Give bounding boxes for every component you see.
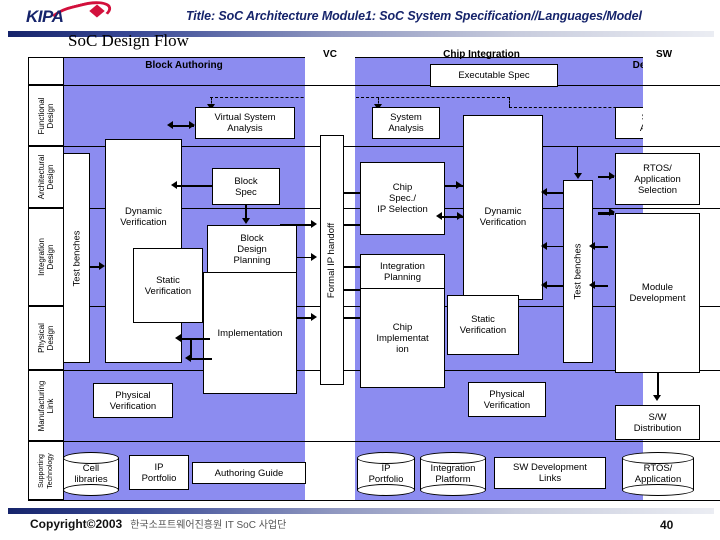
cylinder-ip-portfolio-right: IP Portfolio [357,452,415,496]
arrow-handoff-in-1 [311,220,317,228]
row-divider-6 [28,441,720,442]
cylinder-rtos-application: RTOS/Application [622,452,694,496]
arrow-module-in [609,208,615,216]
row-label-integration-design: Integration Design [28,208,64,306]
column-header-chip-integration: Chip Integration [443,49,520,60]
row-label-manufacturing-link: Manufacturing Link [28,370,64,441]
arrow-vsa-left [167,121,173,129]
line-module-to-swdist [657,373,659,397]
line-execspec-to-tb-v [577,146,578,174]
cylinder-integration-platform: Integration Platform [420,452,486,496]
line-ba-to-handoff-1 [280,224,314,226]
cylinder-cell-libraries: Cell libraries [63,452,119,496]
box-system-analysis-chip: System Analysis [372,107,440,139]
arrow-sa-chipspec-l [436,212,442,220]
box-test-benches-right: Test benches [563,180,593,363]
line-impl-to-dyn-h [180,338,210,340]
arrow-tb-dyn-1 [541,188,547,196]
arrow-impl-to-dyn [175,334,181,342]
line-tb-to-dyn-3 [545,285,563,287]
arrow-sw-tb-2 [589,281,595,289]
arrow-chipspec-to-dyn [456,181,462,189]
sw-row-divider-3 [643,208,720,209]
arrow-sa-chipspec-r [457,212,463,220]
row-label-physical-design: Physical Design [28,306,64,370]
box-chip-implementation: Chip Implementat ion [360,288,445,388]
box-formal-ip-handoff: Formal IP handoff [320,135,344,385]
arrow-impl-feedback [185,354,191,362]
arrow-blockspec-down [242,218,250,224]
sw-row-divider-1 [643,85,720,86]
vc-row-divider-1 [305,85,355,86]
box-ip-portfolio-left: IP Portfolio [129,455,189,490]
line-impl-feedback-h [190,358,212,360]
organization-label: 한국소프트웨어진흥원 IT SoC 사업단 [130,520,287,531]
box-virtual-system-analysis: Virtual System Analysis [195,107,295,139]
box-static-verification-left: Static Verification [133,248,203,323]
box-sw-development-links: SW Development Links [494,457,606,489]
box-static-verification-chip: Static Verification [447,295,519,355]
arrow-tb-dyn-2 [541,242,547,250]
line-sw-to-tb-1 [593,246,608,248]
arrow-tb-dyn-3 [541,281,547,289]
page-number: 40 [660,518,674,532]
box-physical-verification-left: Physical Verification [93,383,173,418]
box-rtos-application-selection: RTOS/Application Selection [615,153,700,205]
box-authoring-guide: Authoring Guide [192,462,306,484]
box-chip-spec-ip-selection: Chip Spec./IP Selection [360,162,445,235]
box-module-development: Module Development [615,213,700,373]
dashed-bus-drop-right [509,97,510,107]
dashed-bus-left [210,97,510,98]
row-divider-top [28,57,720,58]
copyright-text: Copyright©2003 한국소프트웨어진흥원 IT SoC 사업단 [30,516,286,531]
line-tb-to-dyn-2 [545,246,563,247]
copyright-label: Copyright©2003 [30,517,123,531]
footer-rule [8,508,714,514]
line-blockspec-down [245,205,247,219]
arrow-module-to-swdist [653,395,661,401]
vc-row-divider-6 [305,441,355,442]
box-block-spec: Block Spec [212,168,280,205]
column-header-block-authoring: Block Authoring [145,60,223,71]
line-tb-to-dyn-1 [545,192,563,194]
arrow-rtos-in [609,172,615,180]
line-execspec-to-tb-h [543,146,578,147]
box-implementation: Implementation [203,272,297,394]
box-executable-spec: Executable Spec [430,64,558,87]
arrow-execspec-to-tb [574,173,582,179]
box-dynamic-verification-chip: Dynamic Verification [463,115,543,300]
row-label-header-blank [28,57,64,85]
row-divider-1 [28,85,720,86]
row-label-functional-design: Functional DesignFunctionalDesign [28,85,64,146]
box-sw-distribution: S/W Distribution [615,405,700,440]
sw-row-divider-6 [643,441,720,442]
arrow-sw-tb-1 [589,242,595,250]
arrow-testbench-right [99,262,105,270]
box-integration-planning: Integration Planning [360,254,445,289]
box-block-design-planning: Block Design Planning [207,225,297,273]
arrow-vsa-right [189,121,195,129]
row-label-supporting-technology: Supporting Technology [28,441,64,500]
line-sw-to-tb-2 [593,285,608,287]
row-label-architectural-design: Architectural Design [28,146,64,208]
soc-design-flow-diagram: Block Authoring VC Delivery Chip Integra… [0,0,720,540]
sw-row-divider-2 [643,146,720,147]
box-test-benches-left: Test benches [63,153,90,363]
box-physical-verification-chip: Physical Verification [468,382,546,417]
arrow-handoff-in-2 [311,253,317,261]
arrow-handoff-in-3 [311,313,317,321]
arrow-blockspec-left [171,181,177,189]
row-divider-7 [28,500,720,501]
line-blockspec-to-dyn [176,185,212,187]
